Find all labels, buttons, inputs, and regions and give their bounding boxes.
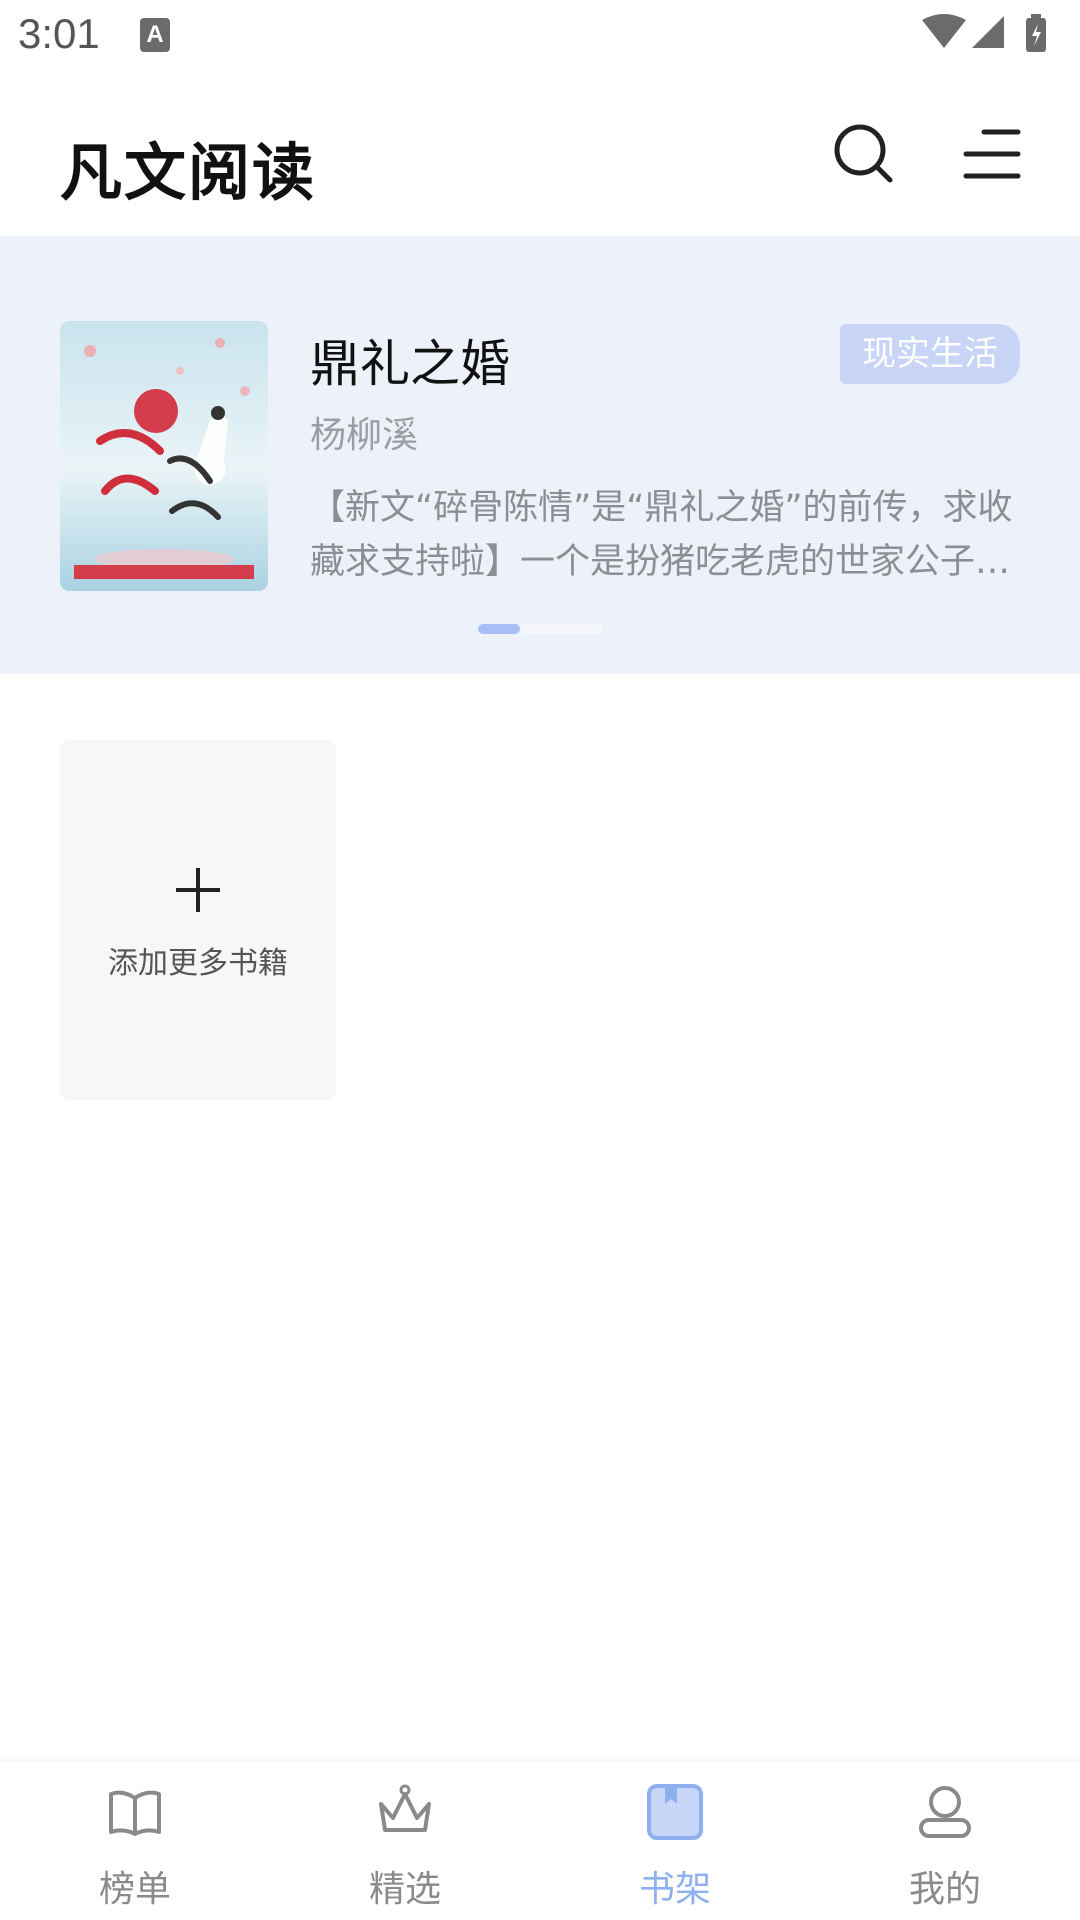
app-title: 凡文阅读 xyxy=(60,136,317,209)
search-icon[interactable] xyxy=(832,122,896,186)
user-icon xyxy=(919,1786,971,1838)
bottom-nav: 榜单 精选 书架 我的 xyxy=(0,1762,1080,1920)
menu-icon[interactable] xyxy=(960,122,1024,186)
nav-label: 我的 xyxy=(908,1869,981,1910)
add-book-label: 添加更多书籍 xyxy=(108,946,288,981)
page-indicator xyxy=(478,624,603,634)
book-title[interactable]: 鼎礼之婚 xyxy=(310,324,510,396)
nav-label: 精选 xyxy=(368,1869,441,1910)
book-description: 【新文“碎骨陈情”是“鼎礼之婚”的前传，求收藏求支持啦】一个是扮猪吃老虎的世家公… xyxy=(310,488,1013,582)
nav-item-bookshelf[interactable]: 书架 xyxy=(540,1762,810,1920)
crown-icon xyxy=(379,1784,431,1832)
status-time: 3:01 xyxy=(18,10,100,57)
book-author: 杨柳溪 xyxy=(310,415,419,456)
nav-item-profile[interactable]: 我的 xyxy=(810,1762,1080,1920)
notification-icon: A xyxy=(140,18,170,52)
wifi-icon xyxy=(922,14,966,48)
nav-item-featured[interactable]: 精选 xyxy=(270,1762,540,1920)
book-open-icon xyxy=(109,1790,161,1836)
app-header: 凡文阅读 xyxy=(0,72,1080,236)
nav-label: 榜单 xyxy=(98,1869,171,1910)
nav-item-ranking[interactable]: 榜单 xyxy=(0,1762,270,1920)
status-icons xyxy=(922,14,1046,52)
add-book-card[interactable]: 添加更多书籍 xyxy=(60,740,336,1100)
signal-icon xyxy=(972,16,1004,48)
plus-icon xyxy=(176,868,220,912)
genre-tag: 现实生活 xyxy=(840,324,1020,384)
book-cover[interactable] xyxy=(60,321,268,591)
featured-book-banner[interactable]: 鼎礼之婚 现实生活 杨柳溪 【新文“碎骨陈情”是“鼎礼之婚”的前传，求收藏求支持… xyxy=(0,236,1080,674)
page-indicator-inactive xyxy=(520,624,603,634)
status-bar: 3:01 A xyxy=(0,0,1080,72)
page-indicator-active xyxy=(478,624,520,634)
bookshelf-icon xyxy=(647,1784,703,1840)
nav-label: 书架 xyxy=(638,1869,711,1910)
